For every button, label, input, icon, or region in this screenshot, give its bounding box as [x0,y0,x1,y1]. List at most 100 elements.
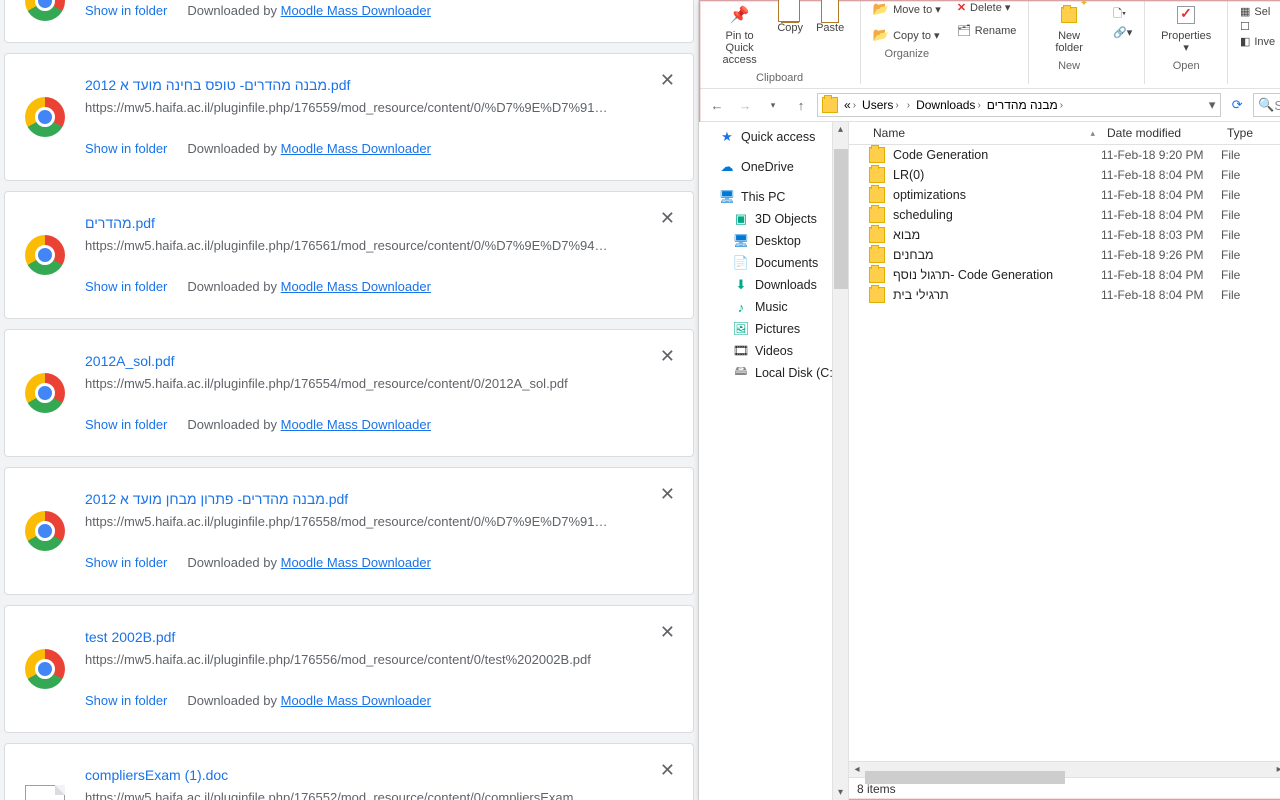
table-row[interactable]: LR(0)11-Feb-18 8:04 PMFile [849,165,1280,185]
pin-quick-access-button[interactable]: 📌Pin to Quick access [709,0,770,68]
back-button[interactable]: ← [705,93,729,117]
search-icon: 🔍 [1258,97,1274,113]
easy-access-button[interactable]: 🔗▾ [1111,25,1134,40]
table-row[interactable]: תרגול נוסף- Code Generation11-Feb-18 8:0… [849,265,1280,285]
chrome-icon [25,0,65,21]
show-in-folder-link[interactable]: Show in folder [85,417,167,432]
download-title[interactable]: 2012A_sol.pdf [85,350,653,372]
remove-download-button[interactable]: ✕ [660,208,675,229]
copy-button[interactable]: Copy [770,0,810,68]
move-to-button[interactable]: 📂Move to ▾ [871,0,943,18]
column-name[interactable]: Name▴ [849,126,1101,140]
show-in-folder-link[interactable]: Show in folder [85,279,167,294]
recent-locations-button[interactable]: ▾ [761,93,785,117]
table-row[interactable]: תרגילי בית11-Feb-18 8:04 PMFile [849,285,1280,305]
extension-link[interactable]: Moodle Mass Downloader [281,693,431,708]
extension-link[interactable]: Moodle Mass Downloader [281,555,431,570]
download-card: מבנה מהדרים- טופס בחינה מועד א 2012.pdfh… [4,53,694,181]
up-button[interactable]: ↑ [789,93,813,117]
table-row[interactable]: optimizations11-Feb-18 8:04 PMFile [849,185,1280,205]
new-item-button[interactable]: 🗋▾ [1111,4,1128,25]
copy-to-button[interactable]: 📂Copy to ▾ [871,26,942,44]
file-type: File [1221,168,1280,182]
breadcrumb-seg: › [903,100,914,111]
scroll-down-icon[interactable]: ▾ [838,785,843,800]
select-none-button[interactable]: ☐ [1238,19,1252,34]
download-url: https://mw5.haifa.ac.il/pluginfile.php/1… [85,788,625,800]
search-box[interactable]: 🔍 Sear [1253,93,1280,117]
horizontal-scrollbar[interactable]: ◂ ▸ [849,761,1280,777]
extension-link[interactable]: Moodle Mass Downloader [281,141,431,156]
table-row[interactable]: מבוא11-Feb-18 8:03 PMFile [849,225,1280,245]
table-row[interactable]: scheduling11-Feb-18 8:04 PMFile [849,205,1280,225]
nav-quick-access[interactable]: ★Quick access [699,126,848,148]
show-in-folder-link[interactable]: Show in folder [85,693,167,708]
new-folder-icon: ✦ [1056,2,1082,28]
nav-music[interactable]: ♪Music [699,296,848,318]
chrome-icon [25,511,65,551]
copyto-icon: 📂 [873,27,889,43]
forward-button[interactable]: → [733,93,757,117]
download-title[interactable]: מבנה מהדרים- פתרון מבחן מועד א 2012.pdf [85,488,653,510]
remove-download-button[interactable]: ✕ [660,346,675,367]
paste-button[interactable]: Paste [810,0,850,68]
address-dropdown-button[interactable]: ▾ [1204,97,1220,113]
downloads-icon: ⬇ [733,277,749,293]
properties-button[interactable]: Properties▾ [1155,0,1217,56]
delete-button[interactable]: ✕Delete ▾ [955,0,1013,15]
extension-link[interactable]: Moodle Mass Downloader [281,3,431,18]
nav-videos[interactable]: 🎞Videos [699,340,848,362]
file-date: 11-Feb-18 8:03 PM [1101,228,1221,242]
folder-icon [869,187,885,203]
nav-scrollbar-thumb[interactable] [834,149,848,289]
nav-3d-objects[interactable]: ▣3D Objects [699,208,848,230]
download-title[interactable]: מבנה מהדרים- טופס בחינה מועד א 2012.pdf [85,74,653,96]
download-card: WcompliersExam (1).dochttps://mw5.haifa.… [4,743,694,800]
refresh-button[interactable]: ⟳ [1225,94,1249,116]
navigation-pane: ★Quick access ☁OneDrive 🖥This PC ▣3D Obj… [699,122,849,800]
address-bar[interactable]: «› Users› › Downloads› מבנה מהדרים› ▾ [817,93,1221,117]
file-list: Name▴ Date modified Type Code Generation… [849,122,1280,800]
scroll-left-icon[interactable]: ◂ [849,764,865,775]
select-all-button[interactable]: ▦Sel [1238,4,1272,19]
nav-desktop[interactable]: 🖥Desktop [699,230,848,252]
nav-this-pc[interactable]: 🖥This PC [699,186,848,208]
show-in-folder-link[interactable]: Show in folder [85,555,167,570]
remove-download-button[interactable]: ✕ [660,70,675,91]
download-title[interactable]: מהדרים.pdf [85,212,653,234]
file-date: 11-Feb-18 8:04 PM [1101,288,1221,302]
nav-documents[interactable]: 📄Documents [699,252,848,274]
table-row[interactable]: Code Generation11-Feb-18 9:20 PMFile [849,145,1280,165]
rename-button[interactable]: 🗂Rename [955,23,1019,38]
download-url: https://mw5.haifa.ac.il/pluginfile.php/1… [85,374,625,395]
remove-download-button[interactable]: ✕ [660,760,675,781]
sort-indicator-icon: ▴ [1090,128,1095,139]
invert-selection-button[interactable]: ◧Inve [1238,34,1277,49]
show-in-folder-link[interactable]: Show in folder [85,141,167,156]
remove-download-button[interactable]: ✕ [660,484,675,505]
nav-pictures[interactable]: 🖼Pictures [699,318,848,340]
download-title[interactable]: compliersExam (1).doc [85,764,653,786]
table-row[interactable]: מבחנים11-Feb-18 9:26 PMFile [849,245,1280,265]
folder-icon [869,207,885,223]
file-date: 11-Feb-18 8:04 PM [1101,208,1221,222]
h-scrollbar-thumb[interactable] [865,771,1065,784]
scroll-up-icon[interactable]: ▴ [838,122,843,137]
scroll-right-icon[interactable]: ▸ [1271,764,1280,775]
nav-scrollbar[interactable]: ▴ ▾ [832,122,848,800]
file-explorer-window: 📌Pin to Quick access Copy Paste Clipboar… [698,0,1280,800]
file-date: 11-Feb-18 8:04 PM [1101,268,1221,282]
nav-onedrive[interactable]: ☁OneDrive [699,156,848,178]
extension-link[interactable]: Moodle Mass Downloader [281,279,431,294]
folder-icon [869,287,885,303]
column-type[interactable]: Type [1221,126,1280,140]
show-in-folder-link[interactable]: Show in folder [85,3,167,18]
download-title[interactable]: test 2002B.pdf [85,626,653,648]
remove-download-button[interactable]: ✕ [660,622,675,643]
nav-downloads[interactable]: ⬇Downloads [699,274,848,296]
nav-local-disk[interactable]: 🖴Local Disk (C:) [699,362,848,384]
new-folder-button[interactable]: ✦New folder [1039,0,1099,56]
column-date[interactable]: Date modified [1101,126,1221,140]
extension-link[interactable]: Moodle Mass Downloader [281,417,431,432]
downloaded-by-label: Downloaded by [187,555,280,570]
